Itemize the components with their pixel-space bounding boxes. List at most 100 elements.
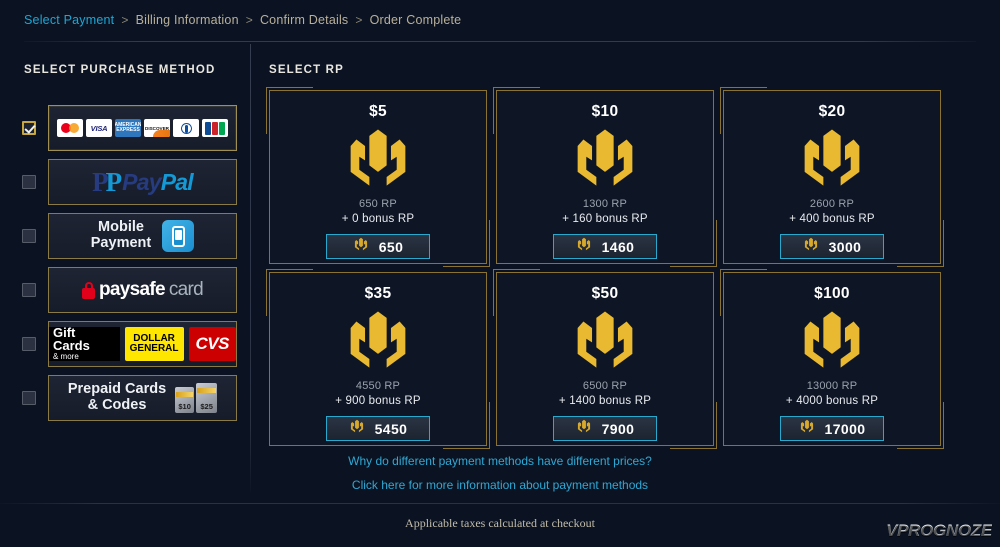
paysafecard-logo: paysafe card: [81, 279, 204, 301]
checkbox-credit-cards[interactable]: [22, 121, 36, 135]
rp-base-amount: 2600 RP: [809, 198, 855, 211]
rp-base-amount: 13000 RP: [806, 380, 858, 393]
select-rp-heading: SELECT RP: [269, 64, 344, 76]
cvs-logo: CVS: [188, 327, 236, 361]
breadcrumb-item-confirm-details[interactable]: Confirm Details: [260, 13, 348, 27]
amex-icon: AMERICAN EXPRESS: [115, 119, 141, 137]
rp-currency-icon: [577, 419, 590, 433]
breadcrumb-item-billing-information[interactable]: Billing Information: [136, 13, 239, 27]
jcb-icon: [202, 119, 228, 137]
mobile-payment-label: Mobile Payment: [91, 220, 151, 251]
prepaid-cards-label: Prepaid Cards & Codes: [68, 382, 166, 413]
rp-package-card[interactable]: $35 4550 RP + 900 bonus RP 5450: [266, 269, 490, 449]
dollar-general-line2: GENERAL: [129, 343, 179, 354]
payment-option-mobile-payment[interactable]: Mobile Payment: [22, 213, 237, 259]
header-divider: [24, 41, 976, 42]
mobile-payment-line1: Mobile: [98, 219, 144, 236]
checkbox-prepaid-cards[interactable]: [22, 391, 36, 405]
rp-package-card[interactable]: $100 13000 RP + 4000 bonus RP 17000: [720, 269, 944, 449]
mobile-payment-content: Mobile Payment: [91, 220, 195, 252]
pricing-explainer-link[interactable]: Why do different payment methods have di…: [0, 454, 1000, 468]
rp-purchase-button[interactable]: 1460: [553, 234, 657, 260]
gift-cards-content: Gift Cards & more DOLLAR GENERAL CVS: [49, 324, 236, 361]
checkbox-paysafecard[interactable]: [22, 283, 36, 297]
payment-option-paypal[interactable]: PP PayPal: [22, 159, 237, 205]
paypal-mark-icon: PP: [92, 166, 122, 197]
rp-total-amount: 17000: [824, 420, 866, 437]
prepaid-cards-tile[interactable]: Prepaid Cards & Codes $10 $25: [48, 375, 237, 421]
payment-option-prepaid-cards[interactable]: Prepaid Cards & Codes $10 $25: [22, 375, 237, 421]
payment-option-credit-cards[interactable]: VISA AMERICAN EXPRESS DISCOVER: [22, 105, 237, 151]
discover-icon: DISCOVER: [144, 119, 170, 137]
gift-cards-tile[interactable]: Gift Cards & more DOLLAR GENERAL CVS: [48, 321, 237, 367]
rp-currency-icon: [354, 237, 367, 251]
rp-total-amount: 3000: [828, 238, 862, 255]
checkbox-gift-cards[interactable]: [22, 337, 36, 351]
rp-purchase-button[interactable]: 5450: [326, 416, 430, 442]
rp-total-amount: 5450: [374, 420, 408, 437]
breadcrumb-separator-icon: >: [245, 13, 253, 27]
paypal-tile[interactable]: PP PayPal: [48, 159, 237, 205]
rp-currency-icon: [803, 236, 819, 257]
rp-purchase-button[interactable]: 17000: [780, 416, 884, 442]
rp-price: $5: [369, 103, 387, 120]
checkbox-mobile-payment[interactable]: [22, 229, 36, 243]
paypal-wordmark: PayPal: [122, 168, 193, 195]
rp-price: $100: [814, 285, 850, 302]
rp-bonus-amount: + 900 bonus RP: [335, 395, 421, 408]
rp-emblem-icon: [804, 311, 860, 368]
breadcrumb: Select Payment > Billing Information > C…: [24, 13, 461, 27]
footer-divider: [0, 503, 1000, 504]
rp-emblem-icon: [577, 311, 633, 368]
credit-cards-tile[interactable]: VISA AMERICAN EXPRESS DISCOVER: [48, 105, 237, 151]
paysafecard-tile[interactable]: paysafe card: [48, 267, 237, 313]
rp-currency-icon: [353, 236, 369, 257]
rp-package-card[interactable]: $10 1300 RP + 160 bonus RP 1460: [493, 87, 717, 267]
rp-price: $50: [591, 285, 619, 302]
payment-option-gift-cards[interactable]: Gift Cards & more DOLLAR GENERAL CVS: [22, 321, 237, 367]
rp-total-amount: 1460: [601, 238, 635, 255]
payment-option-paysafecard[interactable]: paysafe card: [22, 267, 237, 313]
rp-currency-icon: [576, 418, 592, 439]
rp-emblem-icon: [350, 129, 406, 186]
rp-emblem-icon: [569, 310, 641, 374]
rp-purchase-button[interactable]: 7900: [553, 416, 657, 442]
rp-package-card[interactable]: $5 650 RP + 0 bonus RP 650: [266, 87, 490, 267]
rp-package-card[interactable]: $50 6500 RP + 1400 bonus RP 7900: [493, 269, 717, 449]
rp-bonus-amount: + 0 bonus RP: [341, 213, 415, 226]
rp-currency-icon: [800, 419, 813, 433]
rp-purchase-button[interactable]: 3000: [780, 234, 884, 260]
payment-methods-info-link[interactable]: Click here for more information about pa…: [0, 478, 1000, 492]
rp-package-card[interactable]: $20 2600 RP + 400 bonus RP 3000: [720, 87, 944, 267]
breadcrumb-item-select-payment[interactable]: Select Payment: [24, 13, 114, 27]
rp-purchase-button[interactable]: 650: [326, 234, 430, 260]
rp-package-grid: $5 650 RP + 0 bonus RP 650 $10 1300 RP + 16…: [266, 87, 944, 449]
payment-method-list: VISA AMERICANEXPRESS DISCOVER PP PayPal: [22, 105, 237, 429]
dollar-general-logo: DOLLAR GENERAL: [124, 327, 184, 361]
prepaid-cards-line2: & Codes: [87, 397, 147, 413]
visa-icon: VISA: [86, 119, 112, 137]
gift-card-stack-icon: $10 $25: [175, 383, 218, 413]
purchase-page: Select Payment > Billing Information > C…: [0, 0, 1000, 547]
rp-bonus-amount: + 4000 bonus RP: [785, 395, 879, 408]
rp-base-amount: 4550 RP: [355, 380, 401, 393]
rp-total-amount: 650: [378, 238, 404, 255]
rp-currency-icon: [349, 418, 365, 439]
gift-cards-title: Gift Cards: [53, 324, 90, 353]
diners-club-icon: [173, 119, 199, 137]
rp-emblem-icon: [796, 128, 868, 192]
paysafecard-text-b: card: [168, 279, 204, 300]
watermark: VPROGNOZE: [886, 521, 992, 541]
rp-bonus-amount: + 1400 bonus RP: [558, 395, 652, 408]
mobile-payment-tile[interactable]: Mobile Payment: [48, 213, 237, 259]
checkbox-paypal[interactable]: [22, 175, 36, 189]
watermark-text: VPROGNOZE: [886, 521, 992, 540]
mobile-phone-icon: [162, 220, 195, 252]
breadcrumb-item-order-complete[interactable]: Order Complete: [370, 13, 462, 27]
prepaid-cards-content: Prepaid Cards & Codes $10 $25: [68, 382, 218, 413]
column-divider: [250, 44, 251, 492]
rp-base-amount: 6500 RP: [582, 380, 628, 393]
prepaid-cards-line1: Prepaid Cards: [67, 381, 167, 398]
rp-emblem-icon: [804, 129, 860, 186]
rp-total-amount: 7900: [601, 420, 635, 437]
